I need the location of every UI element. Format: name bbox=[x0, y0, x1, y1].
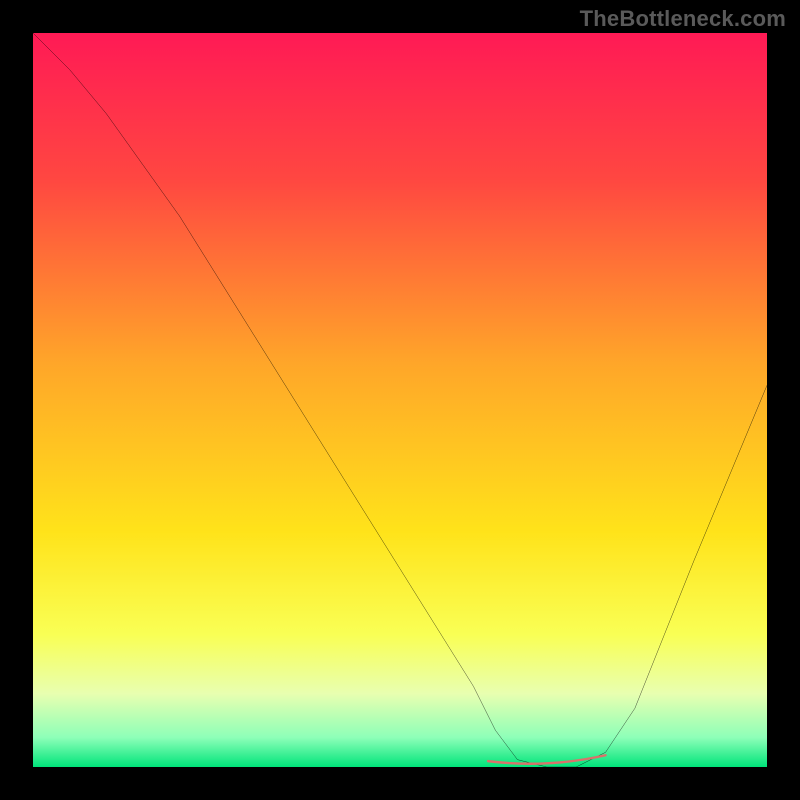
bottleneck-curve bbox=[33, 33, 767, 767]
curve-layer bbox=[33, 33, 767, 767]
optimal-region-marker bbox=[488, 755, 605, 763]
chart-frame: TheBottleneck.com bbox=[0, 0, 800, 800]
plot-area bbox=[33, 33, 767, 767]
attribution-label: TheBottleneck.com bbox=[580, 6, 786, 32]
